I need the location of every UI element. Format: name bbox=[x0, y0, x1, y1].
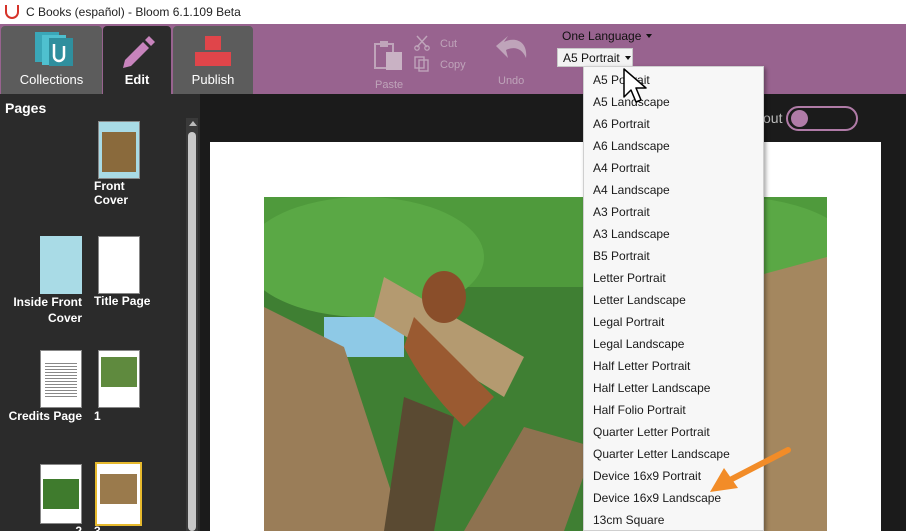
menu-item-device-16x9-landscape[interactable]: Device 16x9 Landscape bbox=[593, 491, 721, 505]
mouse-cursor-icon bbox=[623, 68, 647, 103]
page-label-inside-front-cover: Inside Front Cover bbox=[13, 295, 82, 325]
page-thumbnail-2[interactable] bbox=[40, 464, 82, 524]
menu-item-letter-landscape[interactable]: Letter Landscape bbox=[593, 293, 686, 307]
paste-icon[interactable] bbox=[372, 40, 404, 72]
tab-edit-label: Edit bbox=[124, 72, 150, 87]
pencil-icon bbox=[123, 36, 155, 68]
page-3-illustration bbox=[100, 474, 137, 504]
menu-item-a3-landscape[interactable]: A3 Landscape bbox=[593, 227, 670, 241]
bloom-app-icon bbox=[5, 5, 19, 19]
page-label-front-cover: Front Cover bbox=[94, 179, 129, 207]
tab-collections-label: Collections bbox=[19, 72, 84, 87]
tab-edit[interactable]: Edit bbox=[103, 26, 171, 94]
undo-button[interactable]: Undo bbox=[498, 75, 524, 87]
page-label-1: 1 bbox=[94, 409, 101, 423]
page-thumbnail-credits-page[interactable] bbox=[40, 350, 82, 408]
menu-item-a3-portrait[interactable]: A3 Portrait bbox=[593, 205, 650, 219]
language-select-label: One Language bbox=[562, 29, 642, 43]
copy-button[interactable]: Copy bbox=[440, 59, 466, 71]
page-thumbnail-title-page[interactable] bbox=[98, 236, 140, 294]
toolbar: Collections Edit Publish Paste Cut Copy … bbox=[0, 24, 906, 94]
menu-item-device-16x9-portrait[interactable]: Device 16x9 Portrait bbox=[593, 469, 701, 483]
tab-publish-label: Publish bbox=[191, 72, 235, 87]
title-bar: C Books (español) - Bloom 6.1.109 Beta bbox=[0, 0, 906, 24]
chevron-down-icon bbox=[646, 34, 653, 38]
layout-toggle[interactable] bbox=[786, 106, 858, 131]
page-thumbnail-1[interactable] bbox=[98, 350, 140, 408]
menu-item-13cm-square[interactable]: 13cm Square bbox=[593, 513, 664, 527]
page-size-select-value: A5 Portrait bbox=[563, 50, 620, 65]
page-label-title-page: Title Page bbox=[94, 294, 151, 308]
page-1-illustration bbox=[101, 357, 137, 387]
cut-button[interactable]: Cut bbox=[440, 38, 457, 50]
paste-button[interactable]: Paste bbox=[375, 79, 403, 91]
page-label-credits-page: Credits Page bbox=[8, 409, 82, 423]
menu-item-a6-landscape[interactable]: A6 Landscape bbox=[593, 139, 670, 153]
scrollbar-thumb[interactable] bbox=[188, 132, 196, 531]
window-title: C Books (español) - Bloom 6.1.109 Beta bbox=[26, 5, 241, 19]
menu-item-a4-landscape[interactable]: A4 Landscape bbox=[593, 183, 670, 197]
page-thumbnail-inside-front-cover[interactable] bbox=[40, 236, 82, 294]
menu-item-a6-portrait[interactable]: A6 Portrait bbox=[593, 117, 650, 131]
page-2-illustration bbox=[43, 479, 79, 509]
layout-toggle-label: out bbox=[763, 110, 783, 126]
menu-item-a4-portrait[interactable]: A4 Portrait bbox=[593, 161, 650, 175]
pages-scrollbar[interactable] bbox=[186, 118, 198, 531]
menu-item-half-letter-portrait[interactable]: Half Letter Portrait bbox=[593, 359, 690, 373]
annotation-arrow-icon bbox=[710, 447, 791, 492]
page-size-select[interactable]: A5 Portrait bbox=[557, 48, 633, 67]
cover-illustration bbox=[102, 132, 136, 172]
chevron-down-icon bbox=[624, 55, 631, 60]
page-label-3: 3 bbox=[94, 524, 101, 531]
menu-item-quarter-letter-portrait[interactable]: Quarter Letter Portrait bbox=[593, 425, 710, 439]
toggle-knob bbox=[791, 110, 808, 127]
menu-item-half-folio-portrait[interactable]: Half Folio Portrait bbox=[593, 403, 686, 417]
pages-panel-title: Pages bbox=[5, 100, 47, 116]
language-select[interactable]: One Language bbox=[562, 29, 653, 43]
menu-item-legal-portrait[interactable]: Legal Portrait bbox=[593, 315, 664, 329]
collections-icon bbox=[35, 32, 73, 66]
tab-publish[interactable]: Publish bbox=[173, 26, 253, 94]
tab-collections[interactable]: Collections bbox=[1, 26, 102, 94]
page-label-2: 2 bbox=[75, 524, 82, 531]
menu-item-legal-landscape[interactable]: Legal Landscape bbox=[593, 337, 684, 351]
copy-icon[interactable] bbox=[414, 56, 430, 72]
publish-icon bbox=[195, 36, 231, 66]
cut-icon[interactable] bbox=[414, 35, 430, 51]
credits-text-lines bbox=[45, 361, 77, 399]
menu-item-letter-portrait[interactable]: Letter Portrait bbox=[593, 271, 666, 285]
undo-icon[interactable] bbox=[494, 32, 530, 64]
menu-item-b5-portrait[interactable]: B5 Portrait bbox=[593, 249, 650, 263]
page-thumbnail-front-cover[interactable] bbox=[98, 121, 140, 179]
menu-item-half-letter-landscape[interactable]: Half Letter Landscape bbox=[593, 381, 710, 395]
page-thumbnail-3-selected[interactable] bbox=[95, 462, 142, 526]
scroll-up-icon[interactable] bbox=[189, 121, 197, 126]
